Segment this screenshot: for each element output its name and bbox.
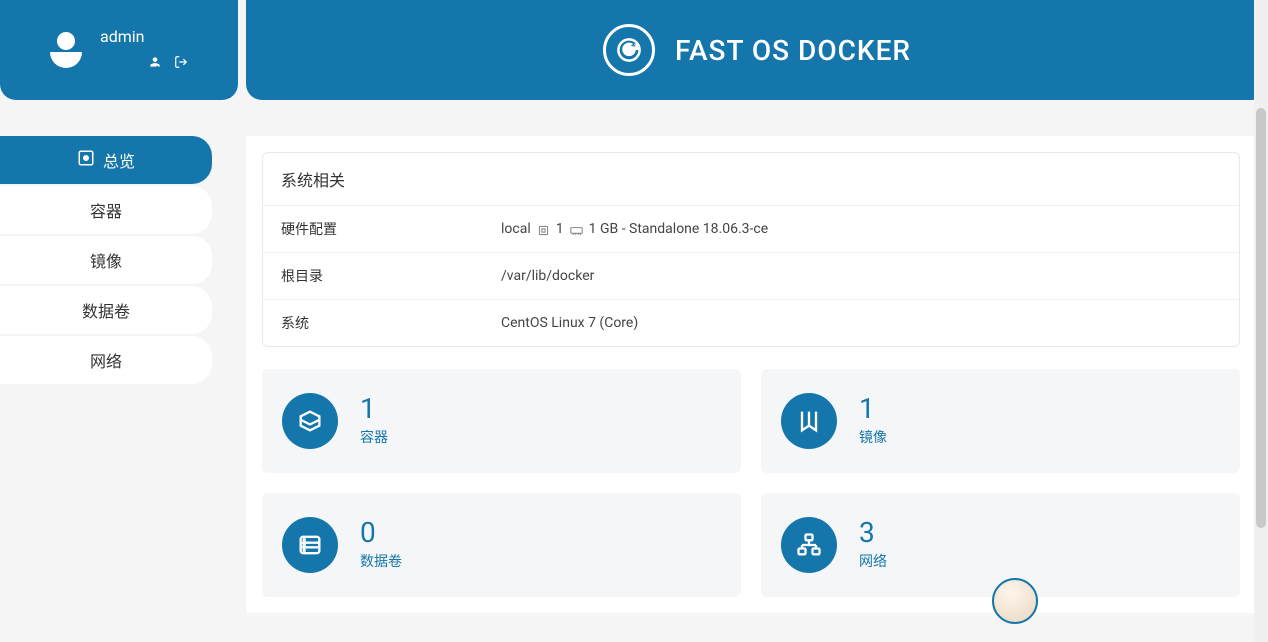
info-value-hardware: local 1 1 GB - Standalone 18.06.3-ce	[501, 219, 1221, 239]
hardware-host: local	[501, 221, 531, 237]
card-count: 0	[360, 519, 402, 547]
nav-volumes[interactable]: 数据卷	[0, 286, 212, 334]
nav-label: 容器	[90, 198, 122, 222]
nav-label: 总览	[103, 148, 135, 172]
sidebar: 总览 容器 镜像 数据卷 网络	[0, 136, 218, 613]
card-volumes[interactable]: 0 数据卷	[262, 493, 741, 597]
nav-label: 数据卷	[82, 298, 130, 322]
content-area: 系统相关 硬件配置 local 1 1 GB - Standalone 18.0…	[246, 136, 1256, 613]
card-label: 镜像	[859, 427, 887, 447]
hardware-cpu-count: 1	[556, 221, 564, 237]
image-icon	[781, 393, 837, 449]
scrollbar[interactable]	[1254, 0, 1268, 642]
user-edit-icon[interactable]	[148, 54, 162, 73]
card-label: 数据卷	[360, 551, 402, 571]
brand-title: FAST OS DOCKER	[675, 34, 911, 67]
logout-icon[interactable]	[174, 54, 188, 73]
panel-title: 系统相关	[263, 153, 1239, 206]
system-info-panel: 系统相关 硬件配置 local 1 1 GB - Standalone 18.0…	[262, 152, 1240, 347]
card-label: 容器	[360, 427, 388, 447]
container-icon	[282, 393, 338, 449]
network-icon	[781, 517, 837, 573]
card-count: 1	[360, 395, 388, 423]
avatar	[50, 32, 82, 68]
info-value: CentOS Linux 7 (Core)	[501, 313, 1221, 333]
floating-assistant-avatar[interactable]	[992, 578, 1038, 624]
nav-networks[interactable]: 网络	[0, 336, 212, 384]
nav-label: 镜像	[90, 248, 122, 272]
card-label: 网络	[859, 551, 887, 571]
scrollbar-thumb[interactable]	[1256, 108, 1266, 528]
cpu-icon	[537, 224, 550, 235]
nav-overview[interactable]: 总览	[0, 136, 212, 184]
card-containers[interactable]: 1 容器	[262, 369, 741, 473]
info-label: 系统	[281, 313, 501, 333]
brand-panel: FAST OS DOCKER	[246, 0, 1268, 100]
volume-icon	[282, 517, 338, 573]
overview-icon	[77, 149, 95, 171]
info-row-os: 系统 CentOS Linux 7 (Core)	[263, 300, 1239, 346]
info-row-rootdir: 根目录 /var/lib/docker	[263, 253, 1239, 300]
info-label: 硬件配置	[281, 219, 501, 239]
memory-icon	[570, 224, 583, 235]
hardware-mem: 1 GB - Standalone 18.06.3-ce	[589, 221, 769, 237]
user-name: admin	[100, 27, 218, 46]
card-images[interactable]: 1 镜像	[761, 369, 1240, 473]
nav-images[interactable]: 镜像	[0, 236, 212, 284]
info-value: /var/lib/docker	[501, 266, 1221, 286]
info-row-hardware: 硬件配置 local 1 1 GB - Standalone 18.06.3-c…	[263, 206, 1239, 253]
nav-containers[interactable]: 容器	[0, 186, 212, 234]
card-count: 1	[859, 395, 887, 423]
nav-label: 网络	[90, 348, 122, 372]
card-count: 3	[859, 519, 887, 547]
info-label: 根目录	[281, 266, 501, 286]
brand-logo-icon	[603, 24, 655, 76]
user-panel: admin	[0, 0, 238, 100]
